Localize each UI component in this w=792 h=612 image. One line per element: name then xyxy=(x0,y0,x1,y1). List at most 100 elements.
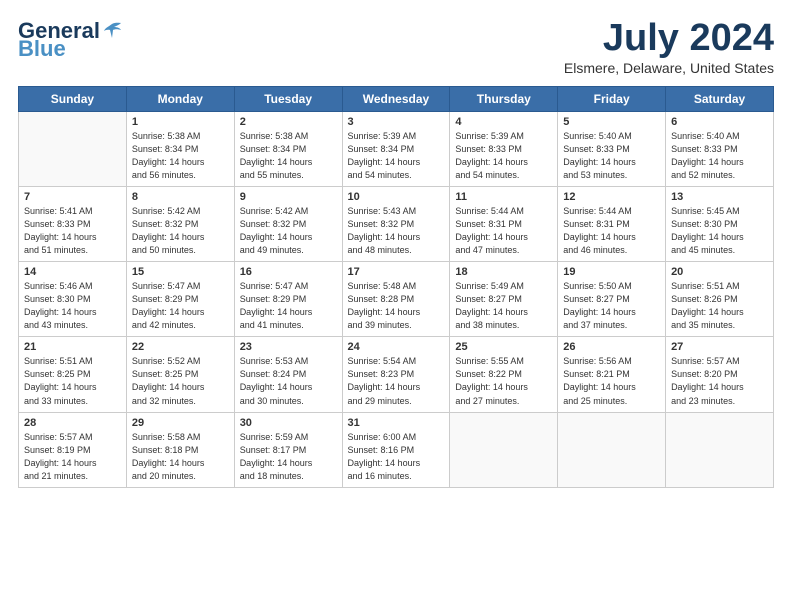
day-number: 16 xyxy=(240,266,337,278)
col-thursday: Thursday xyxy=(450,86,558,111)
table-row: 22 Sunrise: 5:52 AMSunset: 8:25 PMDayligh… xyxy=(126,337,234,412)
table-row: 6 Sunrise: 5:40 AMSunset: 8:33 PMDaylight… xyxy=(666,111,774,186)
day-number: 30 xyxy=(240,417,337,429)
day-number: 17 xyxy=(348,266,445,278)
table-row: 31 Sunrise: 6:00 AMSunset: 8:16 PMDayligh… xyxy=(342,412,450,487)
day-info: Sunrise: 5:38 AMSunset: 8:34 PMDaylight:… xyxy=(132,130,229,182)
day-number: 4 xyxy=(455,116,552,128)
day-info: Sunrise: 5:49 AMSunset: 8:27 PMDaylight:… xyxy=(455,280,552,332)
day-info: Sunrise: 6:00 AMSunset: 8:16 PMDaylight:… xyxy=(348,431,445,483)
day-info: Sunrise: 5:41 AMSunset: 8:33 PMDaylight:… xyxy=(24,205,121,257)
col-tuesday: Tuesday xyxy=(234,86,342,111)
table-row xyxy=(450,412,558,487)
day-info: Sunrise: 5:54 AMSunset: 8:23 PMDaylight:… xyxy=(348,355,445,407)
table-row: 11 Sunrise: 5:44 AMSunset: 8:31 PMDayligh… xyxy=(450,186,558,261)
table-row xyxy=(19,111,127,186)
calendar-week-row: 21 Sunrise: 5:51 AMSunset: 8:25 PMDayligh… xyxy=(19,337,774,412)
table-row: 29Sunrise: 5:58 AMSunset: 8:18 PMDayligh… xyxy=(126,412,234,487)
day-info: Sunrise: 5:48 AMSunset: 8:28 PMDaylight:… xyxy=(348,280,445,332)
day-info: Sunrise: 5:51 AMSunset: 8:26 PMDaylight:… xyxy=(671,280,768,332)
day-info: Sunrise: 5:46 AMSunset: 8:30 PMDaylight:… xyxy=(24,280,121,332)
col-sunday: Sunday xyxy=(19,86,127,111)
day-number: 14 xyxy=(24,266,121,278)
table-row: 15Sunrise: 5:47 AMSunset: 8:29 PMDayligh… xyxy=(126,262,234,337)
table-row: 21 Sunrise: 5:51 AMSunset: 8:25 PMDayligh… xyxy=(19,337,127,412)
day-number: 7 xyxy=(24,191,121,203)
calendar-week-row: 7 Sunrise: 5:41 AMSunset: 8:33 PMDaylight… xyxy=(19,186,774,261)
logo: General Blue xyxy=(18,18,123,62)
day-number: 6 xyxy=(671,116,768,128)
table-row: 12Sunrise: 5:44 AMSunset: 8:31 PMDayligh… xyxy=(558,186,666,261)
day-info: Sunrise: 5:58 AMSunset: 8:18 PMDaylight:… xyxy=(132,431,229,483)
day-number: 18 xyxy=(455,266,552,278)
table-row: 23 Sunrise: 5:53 AMSunset: 8:24 PMDayligh… xyxy=(234,337,342,412)
day-info: Sunrise: 5:57 AMSunset: 8:20 PMDaylight:… xyxy=(671,355,768,407)
table-row: 28Sunrise: 5:57 AMSunset: 8:19 PMDayligh… xyxy=(19,412,127,487)
day-number: 9 xyxy=(240,191,337,203)
day-number: 25 xyxy=(455,341,552,353)
table-row: 16Sunrise: 5:47 AMSunset: 8:29 PMDayligh… xyxy=(234,262,342,337)
header: General Blue July 2024 Elsmere, Delaware… xyxy=(18,18,774,76)
day-info: Sunrise: 5:44 AMSunset: 8:31 PMDaylight:… xyxy=(455,205,552,257)
col-monday: Monday xyxy=(126,86,234,111)
logo-bird-icon xyxy=(101,20,123,42)
day-number: 2 xyxy=(240,116,337,128)
table-row: 14 Sunrise: 5:46 AMSunset: 8:30 PMDayligh… xyxy=(19,262,127,337)
table-row: 27Sunrise: 5:57 AMSunset: 8:20 PMDayligh… xyxy=(666,337,774,412)
day-info: Sunrise: 5:40 AMSunset: 8:33 PMDaylight:… xyxy=(563,130,660,182)
day-number: 12 xyxy=(563,191,660,203)
table-row: 9 Sunrise: 5:42 AMSunset: 8:32 PMDaylight… xyxy=(234,186,342,261)
day-info: Sunrise: 5:39 AMSunset: 8:34 PMDaylight:… xyxy=(348,130,445,182)
table-row: 3 Sunrise: 5:39 AMSunset: 8:34 PMDaylight… xyxy=(342,111,450,186)
day-info: Sunrise: 5:52 AMSunset: 8:25 PMDaylight:… xyxy=(132,355,229,407)
table-row: 25 Sunrise: 5:55 AMSunset: 8:22 PMDayligh… xyxy=(450,337,558,412)
day-number: 1 xyxy=(132,116,229,128)
table-row: 13Sunrise: 5:45 AMSunset: 8:30 PMDayligh… xyxy=(666,186,774,261)
day-info: Sunrise: 5:51 AMSunset: 8:25 PMDaylight:… xyxy=(24,355,121,407)
day-info: Sunrise: 5:50 AMSunset: 8:27 PMDaylight:… xyxy=(563,280,660,332)
table-row: 4Sunrise: 5:39 AMSunset: 8:33 PMDaylight… xyxy=(450,111,558,186)
day-number: 22 xyxy=(132,341,229,353)
table-row: 30 Sunrise: 5:59 AMSunset: 8:17 PMDayligh… xyxy=(234,412,342,487)
table-row: 2Sunrise: 5:38 AMSunset: 8:34 PMDaylight… xyxy=(234,111,342,186)
day-number: 28 xyxy=(24,417,121,429)
day-info: Sunrise: 5:53 AMSunset: 8:24 PMDaylight:… xyxy=(240,355,337,407)
day-info: Sunrise: 5:59 AMSunset: 8:17 PMDaylight:… xyxy=(240,431,337,483)
col-friday: Friday xyxy=(558,86,666,111)
calendar-week-row: 1 Sunrise: 5:38 AMSunset: 8:34 PMDaylight… xyxy=(19,111,774,186)
day-number: 31 xyxy=(348,417,445,429)
day-number: 20 xyxy=(671,266,768,278)
day-info: Sunrise: 5:40 AMSunset: 8:33 PMDaylight:… xyxy=(671,130,768,182)
table-row: 26Sunrise: 5:56 AMSunset: 8:21 PMDayligh… xyxy=(558,337,666,412)
calendar-week-row: 28Sunrise: 5:57 AMSunset: 8:19 PMDayligh… xyxy=(19,412,774,487)
logo-blue-text: Blue xyxy=(18,36,66,62)
table-row: 20 Sunrise: 5:51 AMSunset: 8:26 PMDayligh… xyxy=(666,262,774,337)
table-row: 8 Sunrise: 5:42 AMSunset: 8:32 PMDaylight… xyxy=(126,186,234,261)
day-number: 10 xyxy=(348,191,445,203)
day-number: 13 xyxy=(671,191,768,203)
day-info: Sunrise: 5:42 AMSunset: 8:32 PMDaylight:… xyxy=(240,205,337,257)
table-row: 18 Sunrise: 5:49 AMSunset: 8:27 PMDayligh… xyxy=(450,262,558,337)
table-row xyxy=(558,412,666,487)
col-wednesday: Wednesday xyxy=(342,86,450,111)
calendar-header-row: Sunday Monday Tuesday Wednesday Thursday… xyxy=(19,86,774,111)
day-info: Sunrise: 5:42 AMSunset: 8:32 PMDaylight:… xyxy=(132,205,229,257)
day-number: 3 xyxy=(348,116,445,128)
day-number: 8 xyxy=(132,191,229,203)
day-number: 5 xyxy=(563,116,660,128)
day-number: 23 xyxy=(240,341,337,353)
day-number: 15 xyxy=(132,266,229,278)
day-info: Sunrise: 5:56 AMSunset: 8:21 PMDaylight:… xyxy=(563,355,660,407)
day-number: 21 xyxy=(24,341,121,353)
table-row: 7 Sunrise: 5:41 AMSunset: 8:33 PMDaylight… xyxy=(19,186,127,261)
calendar-table: Sunday Monday Tuesday Wednesday Thursday… xyxy=(18,86,774,488)
day-number: 19 xyxy=(563,266,660,278)
day-number: 11 xyxy=(455,191,552,203)
table-row: 17 Sunrise: 5:48 AMSunset: 8:28 PMDayligh… xyxy=(342,262,450,337)
day-info: Sunrise: 5:43 AMSunset: 8:32 PMDaylight:… xyxy=(348,205,445,257)
day-info: Sunrise: 5:55 AMSunset: 8:22 PMDaylight:… xyxy=(455,355,552,407)
subtitle: Elsmere, Delaware, United States xyxy=(564,60,774,76)
table-row: 5 Sunrise: 5:40 AMSunset: 8:33 PMDaylight… xyxy=(558,111,666,186)
table-row xyxy=(666,412,774,487)
main-title: July 2024 xyxy=(564,18,774,60)
